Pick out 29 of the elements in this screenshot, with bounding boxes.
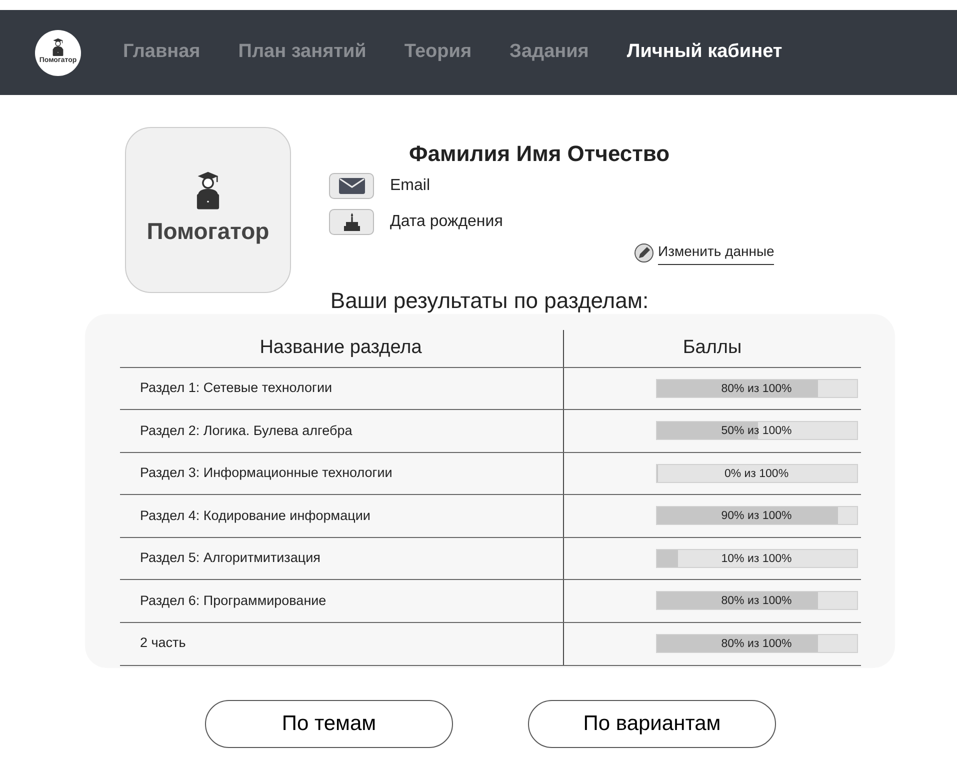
column-header: Баллы bbox=[563, 330, 861, 367]
progress-bar: 90% из 100% bbox=[656, 506, 858, 526]
user-name: Фамилия Имя Отчество bbox=[409, 140, 671, 168]
avatar-logo: Помогатор bbox=[125, 127, 291, 293]
birthdate-label: Дата рождения bbox=[390, 212, 503, 232]
section-title: Ваши результаты по разделам: bbox=[329, 290, 650, 312]
section-name: Раздел 3: Информационные технологии bbox=[120, 452, 563, 494]
section-name: 2 часть bbox=[120, 622, 563, 665]
progress-bar: 80% из 100% bbox=[656, 634, 858, 653]
section-name: Раздел 1: Сетевые технологии bbox=[120, 367, 563, 410]
edit-link[interactable]: Изменить данные bbox=[658, 241, 774, 265]
nav-link[interactable]: Личный кабинет bbox=[626, 38, 782, 67]
section-name: Раздел 5: Алгоритмитизация bbox=[120, 537, 563, 580]
section-name: Раздел 6: Программирование bbox=[120, 580, 563, 622]
column-header: Название раздела bbox=[120, 330, 563, 367]
pencil-icon bbox=[634, 243, 654, 263]
envelope-icon bbox=[338, 178, 364, 194]
progress-bar: 80% из 100% bbox=[656, 591, 858, 610]
filter-button[interactable]: По темам bbox=[205, 700, 453, 748]
progress-bar: 50% из 100% bbox=[656, 421, 858, 440]
filter-button[interactable]: По вариантам bbox=[528, 700, 776, 748]
progress-bar: 0% из 100% bbox=[656, 464, 858, 483]
section-name: Раздел 2: Логика. Булева алгебра bbox=[120, 410, 563, 452]
student-laptop-icon bbox=[50, 38, 66, 56]
cake-icon bbox=[344, 213, 360, 231]
progress-bar: 80% из 100% bbox=[656, 378, 858, 398]
section-name: Раздел 4: Кодирование информации bbox=[120, 494, 563, 537]
email-label: Email bbox=[390, 176, 430, 196]
progress-bar: 10% из 100% bbox=[656, 548, 858, 568]
